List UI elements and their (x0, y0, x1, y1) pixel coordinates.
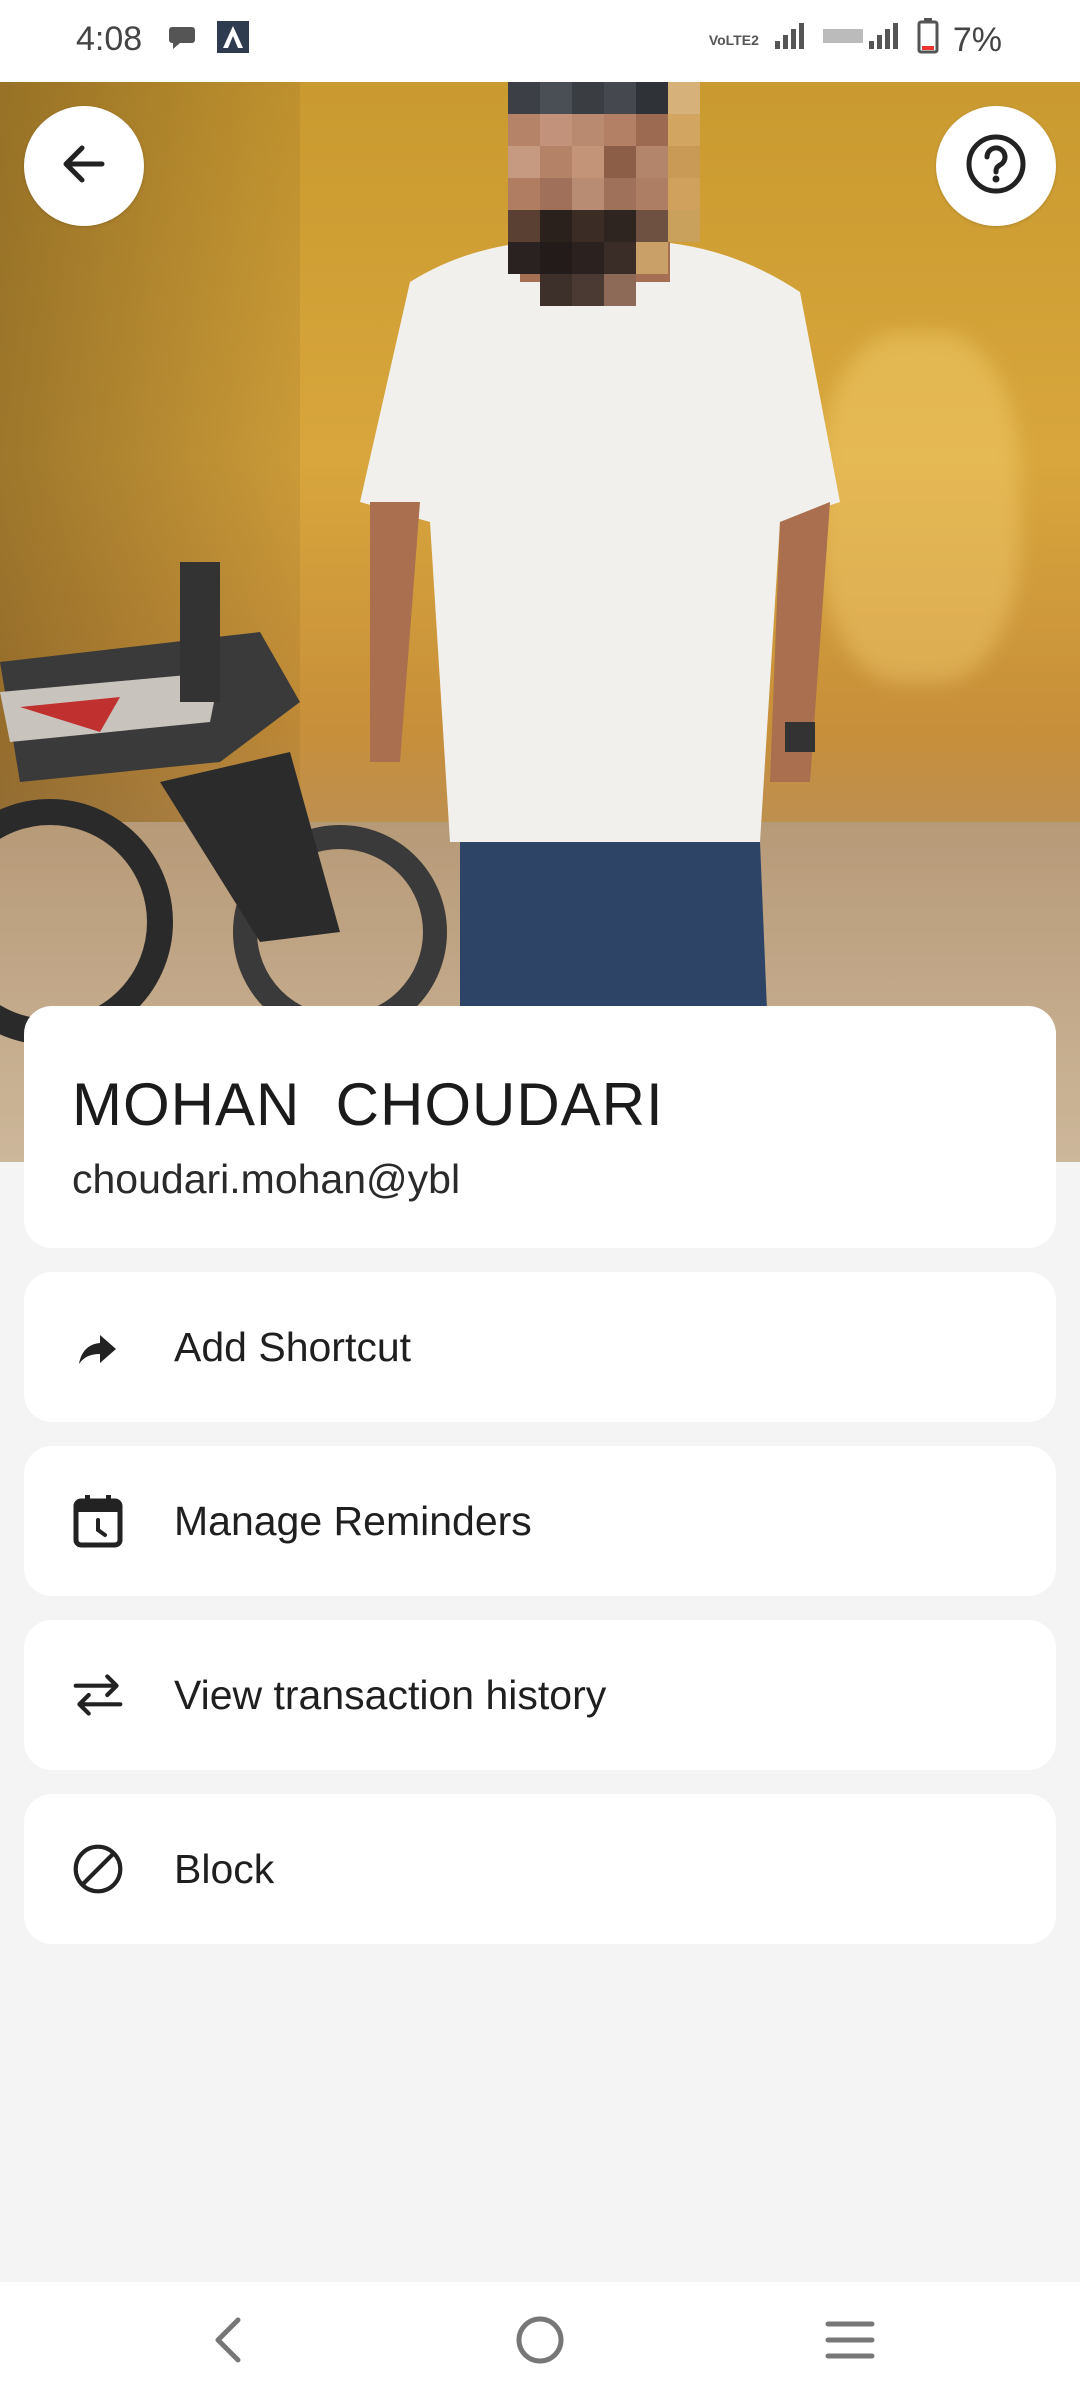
profile-card: MOHAN CHOUDARI choudari.mohan@ybl (24, 1006, 1056, 1248)
nav-back-button[interactable] (188, 2312, 268, 2372)
view-transaction-history-button[interactable]: View transaction history (24, 1620, 1056, 1770)
system-nav-bar (0, 2282, 1080, 2400)
arrow-left-icon (56, 136, 112, 197)
volte-icon: VoLTE2 (708, 32, 759, 48)
status-right-icons: VoLTE2 7% (709, 18, 1002, 63)
signal-icon-2 (822, 21, 903, 60)
share-arrow-icon (72, 1321, 124, 1373)
face-blur-pixels (508, 82, 728, 312)
app-a-icon (216, 20, 250, 54)
chat-icon (166, 21, 198, 53)
calendar-clock-icon (72, 1495, 124, 1548)
status-left-icons (166, 20, 250, 54)
status-time: 4:08 (76, 20, 143, 58)
back-button[interactable] (24, 106, 144, 226)
nav-menu-button[interactable] (810, 2312, 890, 2372)
battery-icon (917, 18, 939, 63)
manage-reminders-button[interactable]: Manage Reminders (24, 1446, 1056, 1596)
block-button[interactable]: Block (24, 1794, 1056, 1944)
battery-percent: 7% (952, 21, 1002, 59)
signal-icon (773, 21, 809, 60)
profile-name: MOHAN CHOUDARI (72, 1071, 664, 1138)
profile-upi-id: choudari.mohan@ybl (72, 1156, 461, 1202)
nav-home-button[interactable] (500, 2312, 580, 2372)
view-transaction-history-label: View transaction history (174, 1671, 607, 1718)
manage-reminders-label: Manage Reminders (174, 1497, 532, 1544)
add-shortcut-label: Add Shortcut (174, 1323, 412, 1370)
add-shortcut-button[interactable]: Add Shortcut (24, 1272, 1056, 1422)
block-label: Block (174, 1845, 275, 1892)
nav-home-icon (514, 2314, 566, 2371)
nav-back-icon (208, 2315, 248, 2370)
swap-arrows-icon (72, 1669, 124, 1721)
nav-menu-icon (824, 2318, 876, 2367)
profile-photo (0, 82, 1080, 1162)
help-circle-icon (964, 132, 1028, 201)
status-bar: 4:08 VoLTE2 7% (0, 0, 1080, 82)
help-button[interactable] (936, 106, 1056, 226)
block-icon (72, 1843, 124, 1895)
